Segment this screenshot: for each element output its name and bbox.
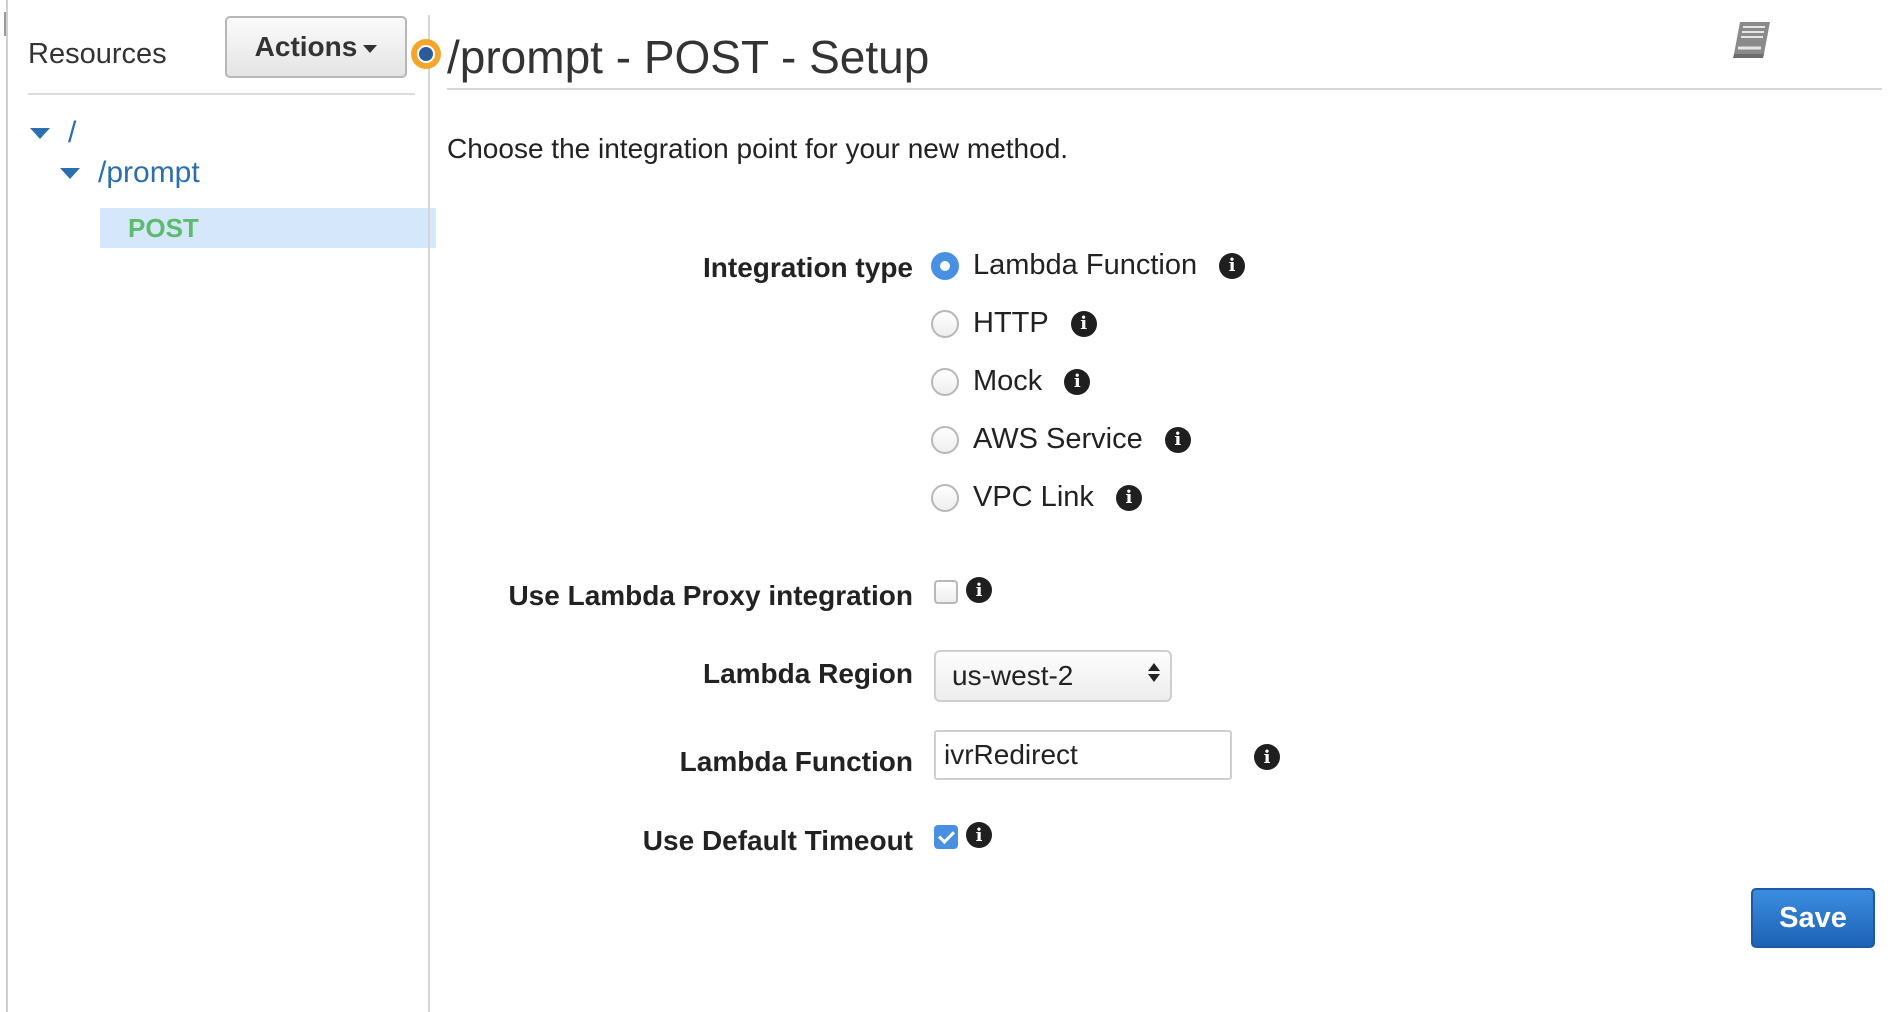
title-divider — [447, 88, 1882, 90]
radio-mock[interactable] — [931, 367, 959, 396]
integration-option-lambda[interactable]: Lambda Function i — [931, 249, 1246, 282]
tree-item-prompt-label: /prompt — [98, 156, 200, 189]
info-icon[interactable]: i — [966, 577, 992, 603]
book-icon[interactable] — [1730, 18, 1774, 60]
info-icon[interactable]: i — [1219, 252, 1246, 279]
tree-item-root-label: / — [68, 116, 77, 149]
actions-button-label: Actions — [254, 31, 358, 62]
lambda-proxy-label: Use Lambda Proxy integration — [508, 580, 913, 611]
info-icon[interactable]: i — [966, 822, 992, 848]
option-label: AWS Service — [973, 423, 1143, 455]
integration-type-label: Integration type — [702, 252, 913, 283]
option-label: Mock — [973, 365, 1043, 397]
radio-http[interactable] — [931, 309, 959, 338]
option-label: VPC Link — [973, 481, 1094, 513]
resources-title: Resources — [28, 38, 167, 70]
tree-item-root[interactable]: / — [30, 116, 76, 150]
info-icon[interactable]: i — [1064, 368, 1091, 395]
integration-option-aws-service[interactable]: AWS Service i — [931, 423, 1191, 456]
sidebar-divider — [28, 93, 415, 95]
active-indicator-icon — [411, 39, 441, 69]
radio-lambda-function[interactable] — [931, 251, 959, 280]
radio-vpc-link[interactable] — [931, 483, 959, 512]
panel-divider[interactable] — [428, 15, 430, 1012]
actions-button[interactable]: Actions — [225, 16, 407, 78]
resources-sidebar: Resources Actions / /prompt POST — [8, 0, 436, 1012]
info-icon[interactable]: i — [1164, 426, 1191, 453]
lambda-region-label: Lambda Region — [702, 658, 913, 689]
lambda-function-label: Lambda Function — [679, 746, 913, 777]
tree-item-post-method[interactable]: POST — [100, 208, 436, 248]
tree-item-post-label: POST — [128, 212, 199, 243]
integration-option-mock[interactable]: Mock i — [931, 365, 1091, 398]
integration-option-http[interactable]: HTTP i — [931, 307, 1097, 340]
default-timeout-label: Use Default Timeout — [642, 825, 913, 856]
lambda-region-value: us-west-2 — [952, 660, 1074, 691]
default-timeout-checkbox[interactable] — [934, 825, 958, 849]
save-button[interactable]: Save — [1751, 888, 1875, 948]
option-label: HTTP — [973, 307, 1049, 339]
lambda-proxy-checkbox[interactable] — [934, 580, 958, 604]
tree-item-prompt[interactable]: /prompt — [60, 156, 200, 190]
lambda-region-select[interactable]: us-west-2 — [934, 650, 1172, 702]
intro-text: Choose the integration point for your ne… — [447, 133, 1069, 164]
lambda-function-input[interactable] — [934, 730, 1232, 780]
page-title: /prompt - POST - Setup — [447, 31, 930, 83]
select-arrows-icon — [1148, 663, 1160, 682]
window-left-edge-marker — [0, 12, 6, 36]
expand-caret-icon[interactable] — [60, 167, 80, 179]
integration-option-vpc-link[interactable]: VPC Link i — [931, 481, 1142, 514]
info-icon[interactable]: i — [1070, 310, 1097, 337]
expand-caret-icon[interactable] — [30, 127, 50, 139]
info-icon[interactable]: i — [1254, 744, 1280, 770]
chevron-down-icon — [363, 45, 378, 53]
option-label: Lambda Function — [973, 249, 1198, 281]
radio-aws-service[interactable] — [931, 425, 959, 454]
info-icon[interactable]: i — [1115, 484, 1142, 511]
